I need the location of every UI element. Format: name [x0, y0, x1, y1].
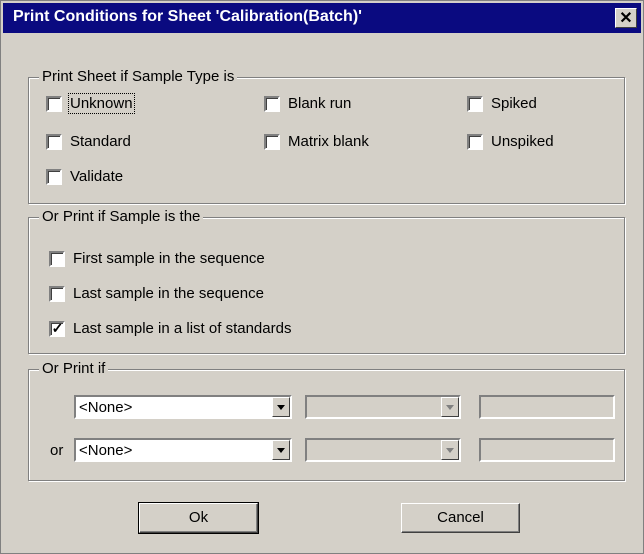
checkbox-box: [264, 95, 280, 112]
condition-operator-select-1: [305, 395, 461, 419]
close-icon: ✕: [619, 10, 633, 27]
close-button[interactable]: ✕: [615, 8, 637, 28]
sample-position-group: Or Print if Sample is the First sample i…: [28, 208, 625, 354]
dialog-title: Print Conditions for Sheet 'Calibration(…: [13, 8, 362, 25]
sample-position-legend: Or Print if Sample is the: [39, 208, 204, 225]
chevron-down-icon: [441, 440, 459, 460]
last-standard-label: Last sample in a list of standards: [73, 320, 292, 337]
condition-field-select-1[interactable]: <None>: [74, 395, 292, 419]
checkbox-box: [49, 250, 65, 267]
checkbox-box: [49, 285, 65, 302]
last-sample-label: Last sample in the sequence: [73, 285, 264, 302]
unspiked-label: Unspiked: [491, 133, 554, 150]
cancel-button[interactable]: Cancel: [401, 503, 520, 533]
condition-value-field-1: [479, 395, 615, 419]
checkbox-box: [467, 133, 483, 150]
unknown-checkbox[interactable]: Unknown: [46, 93, 135, 114]
sample-type-legend: Print Sheet if Sample Type is: [39, 68, 238, 85]
spiked-checkbox[interactable]: Spiked: [467, 95, 537, 112]
ok-button[interactable]: Ok: [138, 502, 259, 534]
matrix-blank-checkbox[interactable]: Matrix blank: [264, 133, 369, 150]
or-label: or: [50, 442, 64, 459]
chevron-down-icon: [441, 397, 459, 417]
blank-run-checkbox[interactable]: Blank run: [264, 95, 351, 112]
title-bar[interactable]: Print Conditions for Sheet 'Calibration(…: [3, 3, 641, 33]
first-sample-label: First sample in the sequence: [73, 250, 265, 267]
validate-checkbox[interactable]: Validate: [46, 168, 123, 185]
condition-operator-select-2: [305, 438, 461, 462]
unknown-label: Unknown: [68, 93, 135, 114]
checkbox-box: [46, 95, 62, 112]
checkbox-box: [46, 133, 62, 150]
checkbox-box: [46, 168, 62, 185]
condition-field-select-2[interactable]: <None>: [74, 438, 292, 462]
validate-label: Validate: [70, 168, 124, 185]
checkbox-box: ✓: [49, 319, 65, 337]
sample-type-group: Print Sheet if Sample Type is Unknown Bl…: [28, 68, 625, 204]
chevron-down-icon[interactable]: [272, 397, 290, 417]
first-sample-checkbox[interactable]: First sample in the sequence: [49, 250, 265, 267]
combo-value: <None>: [79, 399, 133, 416]
checkbox-box: [467, 95, 483, 112]
blank-run-label: Blank run: [288, 95, 352, 112]
conditions-group: Or Print if <None> or <None>: [28, 360, 625, 481]
matrix-blank-label: Matrix blank: [288, 133, 369, 150]
dialog-window: Print Conditions for Sheet 'Calibration(…: [0, 0, 644, 554]
last-sample-checkbox[interactable]: Last sample in the sequence: [49, 285, 264, 302]
checkmark-icon: ✓: [51, 319, 64, 336]
checkbox-box: [264, 133, 280, 150]
last-standard-checkbox[interactable]: ✓ Last sample in a list of standards: [49, 320, 291, 337]
spiked-label: Spiked: [491, 95, 537, 112]
unspiked-checkbox[interactable]: Unspiked: [467, 133, 554, 150]
standard-label: Standard: [70, 133, 131, 150]
chevron-down-icon[interactable]: [272, 440, 290, 460]
conditions-legend: Or Print if: [39, 360, 109, 377]
combo-value: <None>: [79, 442, 133, 459]
standard-checkbox[interactable]: Standard: [46, 133, 131, 150]
condition-value-field-2: [479, 438, 615, 462]
